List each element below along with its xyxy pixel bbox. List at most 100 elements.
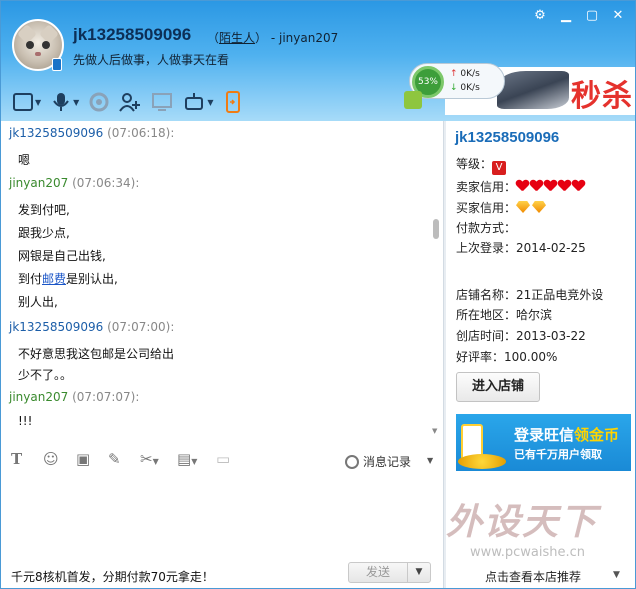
enter-shop-button[interactable]: 进入店铺: [456, 372, 540, 402]
region-value: 哈尔滨: [516, 308, 553, 322]
send-options-chevron-icon[interactable]: ▼: [407, 562, 431, 583]
wangxin-ad-title: 登录旺信领金币: [514, 424, 619, 445]
chat-scrollbar[interactable]: ▼: [431, 121, 441, 437]
shop-recommend-link[interactable]: 点击查看本店推荐: [485, 568, 581, 585]
message-text: 到付: [18, 272, 43, 286]
created-label: 创店时间：: [456, 329, 517, 343]
message-header: jk13258509096 (07:07:00):: [9, 320, 174, 334]
window-controls: ⚙ ▁ ▢ ✕: [533, 9, 625, 23]
chat-bubble-icon: [345, 455, 359, 469]
chevron-down-icon[interactable]: ▼: [427, 456, 433, 465]
stranger-link[interactable]: 陌生人: [219, 31, 255, 45]
message-text: 是别认出,: [66, 272, 118, 286]
diamond-icon: [532, 201, 547, 213]
payment-row: 付款方式：: [456, 221, 517, 235]
minimize-icon[interactable]: ▁: [559, 9, 573, 23]
chevron-down-icon: ▼: [207, 97, 214, 107]
message-line: 不好意思我这包邮是公司给出: [18, 347, 175, 361]
message-header: jinyan207 (07:06:34):: [9, 176, 139, 190]
shop-name-value: 21正品电竞外设: [516, 288, 604, 302]
diamond-icon: [516, 201, 531, 213]
message-line: 跟我少点,: [18, 226, 70, 240]
seller-name[interactable]: jk13258509096: [455, 129, 559, 146]
heart-icon: [558, 180, 571, 192]
avatar-ear: [39, 24, 59, 44]
message-link[interactable]: 邮费: [42, 272, 66, 286]
calculator-icon[interactable]: ▤▼: [177, 451, 197, 467]
chat-window: jk13258509096 （陌生人） - jinyan207 先做人后做事，人…: [0, 0, 636, 589]
paren-close: ）: [255, 31, 268, 45]
watermark: 外设天下 www.pcwaishe.cn: [446, 493, 631, 563]
diamond-rating: [516, 201, 548, 215]
wangxin-ad-banner[interactable]: 登录旺信领金币 已有千万用户领取: [456, 414, 631, 471]
close-icon[interactable]: ✕: [611, 9, 625, 23]
image-icon[interactable]: ▣: [76, 451, 90, 467]
chevron-down-icon[interactable]: ▼: [613, 570, 620, 580]
rating-value: 100.00%: [504, 350, 558, 364]
avatar-eye: [26, 41, 34, 49]
avatar-nose: [35, 52, 41, 56]
rating-label: 好评率：: [456, 350, 505, 364]
screenshot-scissors-icon[interactable]: ✂▼: [140, 451, 159, 467]
add-contact-button[interactable]: [119, 91, 141, 113]
heart-icon: [516, 180, 529, 192]
message-input[interactable]: [1, 475, 442, 555]
microphone-icon: [53, 93, 69, 111]
voice-button[interactable]: ▼: [51, 91, 79, 113]
network-speed-widget[interactable]: 53% ↑ 0K/s ↓ 0K/s: [409, 63, 505, 99]
chat-history[interactable]: jk13258509096 (07:06:18): 嗯 jinyan207 (0…: [1, 121, 442, 437]
phone-icon: [226, 91, 241, 113]
promo-link[interactable]: 千元8核机首发，分期付款70元拿走！: [11, 568, 214, 585]
last-login-row: 上次登录：2014-02-25: [456, 239, 586, 256]
message-header: jk13258509096 (07:06:18):: [9, 126, 174, 140]
region-row: 所在地区：哈尔滨: [456, 306, 552, 323]
watermark-url: www.pcwaishe.cn: [470, 545, 585, 560]
add-user-icon: [119, 93, 141, 112]
chevron-down-icon: ▼: [35, 97, 42, 107]
level-row: 等级： V: [456, 155, 507, 175]
buyer-credit-row: 买家信用：: [456, 199, 548, 216]
wangxin-ad-title-a: 登录旺信: [514, 426, 575, 444]
shoe-image: [497, 71, 569, 109]
emoji-icon[interactable]: ☺: [43, 451, 59, 467]
camera-icon: [89, 92, 109, 112]
remote-screen-icon[interactable]: ▭: [216, 451, 230, 467]
shop-name-row: 店铺名称：21正品电竞外设: [456, 286, 603, 303]
heart-icon: [572, 180, 585, 192]
mobile-send-button[interactable]: [223, 91, 243, 113]
message-line: !!!: [18, 414, 33, 428]
scroll-down-icon[interactable]: ▼: [432, 427, 437, 435]
message-time: (07:07:00):: [107, 320, 175, 334]
message-time: (07:06:34):: [72, 176, 140, 190]
heart-rating: [516, 180, 586, 194]
settings-gear-icon[interactable]: ⚙: [533, 9, 547, 23]
maximize-icon[interactable]: ▢: [585, 9, 599, 23]
send-button[interactable]: 发送: [348, 562, 408, 583]
font-icon[interactable]: T: [11, 451, 22, 467]
transfer-file-button[interactable]: ▼: [13, 91, 41, 113]
edit-image-icon[interactable]: ✎: [108, 451, 121, 467]
avatar-eye: [42, 41, 50, 49]
last-login-label: 上次登录：: [456, 241, 517, 255]
heart-icon: [544, 180, 557, 192]
remote-assist-button[interactable]: [151, 91, 173, 113]
sender-name: jinyan207: [9, 390, 69, 404]
download-speed: ↓ 0K/s: [450, 83, 480, 93]
region-label: 所在地区：: [456, 308, 517, 322]
self-account: - jinyan207: [267, 31, 339, 45]
upload-speed: ↑ 0K/s: [450, 69, 480, 79]
upload-speed-value: 0K/s: [460, 69, 480, 79]
buyer-credit-label: 买家信用：: [456, 201, 517, 215]
message-time: (07:07:07):: [72, 390, 140, 404]
heart-icon: [530, 180, 543, 192]
shop-name-label: 店铺名称：: [456, 288, 517, 302]
app-button[interactable]: ▼: [183, 91, 213, 113]
message-header: jinyan207 (07:07:07):: [9, 390, 139, 404]
video-button[interactable]: [89, 91, 109, 113]
security-lock-icon[interactable]: [404, 91, 422, 109]
message-history-button[interactable]: 消息记录: [345, 453, 411, 470]
contact-nickname[interactable]: jk13258509096: [73, 25, 191, 45]
scrollbar-thumb[interactable]: [433, 219, 439, 239]
contact-relation: （陌生人） - jinyan207: [207, 29, 338, 46]
wangxin-ad-title-b: 领金币: [574, 426, 620, 444]
